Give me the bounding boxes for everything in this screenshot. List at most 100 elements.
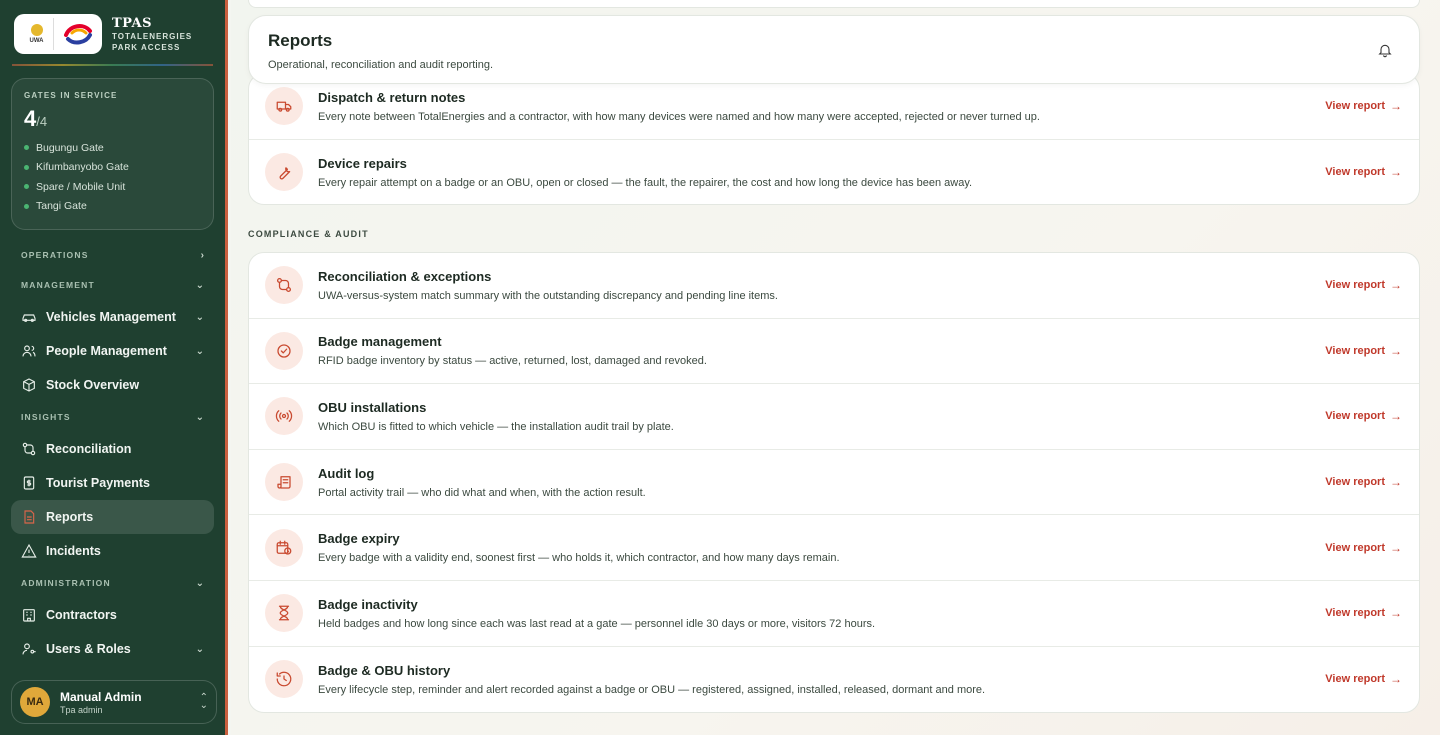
user-menu[interactable]: MA Manual Admin Tpa admin ⌃ ⌄ (11, 680, 217, 724)
sidebar-item-reconciliation[interactable]: Reconciliation (11, 432, 214, 466)
receipt-icon (21, 475, 37, 491)
chevron-right-icon: › (200, 249, 204, 261)
sidebar-item-users-roles[interactable]: Users & Roles ⌄ (11, 632, 214, 666)
user-name: Manual Admin (60, 689, 142, 704)
gate-item: Tangi Gate (24, 197, 201, 217)
status-dot-icon (24, 164, 29, 170)
calendar-clock-icon (265, 528, 303, 567)
building-icon (21, 607, 37, 623)
gate-item: Kifumbanyobo Gate (24, 158, 201, 178)
brand-logos[interactable]: UWA (14, 14, 102, 54)
hourglass-icon (265, 594, 303, 633)
report-description: RFID badge inventory by status — active,… (318, 355, 707, 368)
wrench-icon (265, 153, 303, 192)
view-report-link[interactable]: View report → (1325, 606, 1402, 620)
report-title: Audit log (318, 465, 375, 481)
uwa-logo: UWA (20, 18, 54, 50)
report-title: Reconciliation & exceptions (318, 268, 492, 284)
report-description: Every lifecycle step, reminder and alert… (318, 683, 986, 696)
report-description: Every badge with a validity end, soonest… (318, 552, 840, 565)
brand-title: TPAS (112, 15, 152, 31)
box-icon (21, 377, 37, 393)
section-label-compliance: COMPLIANCE & AUDIT (248, 229, 369, 239)
report-title: Badge & OBU history (318, 662, 451, 678)
nav-section-operations[interactable]: OPERATIONS › (0, 240, 225, 270)
status-dot-icon (24, 184, 29, 190)
view-report-link[interactable]: View report → (1325, 475, 1402, 489)
report-description: Every repair attempt on a badge or an OB… (318, 176, 973, 189)
sidebar-item-stock[interactable]: Stock Overview (11, 368, 214, 402)
arrow-right-icon: → (1390, 540, 1402, 555)
totalenergies-logo (60, 19, 96, 49)
status-dot-icon (24, 145, 29, 151)
report-row-audit-log[interactable]: Audit log Portal activity trail — who did… (249, 450, 1419, 516)
arrow-right-icon: → (1390, 165, 1402, 180)
user-role: Tpa admin (60, 704, 103, 715)
scrolled-card-edge (248, 0, 1420, 8)
report-title: OBU installations (318, 399, 427, 415)
view-report-link[interactable]: View report → (1325, 409, 1402, 423)
sidebar-item-people[interactable]: People Management ⌄ (11, 334, 214, 368)
file-report-icon (21, 509, 37, 525)
brand-divider (12, 64, 213, 66)
sidebar-item-reports[interactable]: Reports (11, 500, 214, 534)
report-title: Badge inactivity (318, 596, 418, 612)
sidebar: UWA TPAS TOTALENERGIES PARK ACCESS GATES… (0, 0, 228, 735)
user-key-icon (21, 641, 37, 657)
view-report-link[interactable]: View report → (1325, 165, 1402, 179)
nav-section-insights[interactable]: INSIGHTS ⌄ (0, 402, 225, 432)
car-icon (21, 309, 37, 325)
compliance-reports-card: Reconciliation & exceptions UWA-versus-sy… (248, 252, 1420, 713)
report-row-device-repairs[interactable]: Device repairs Every repair attempt on a … (249, 140, 1419, 204)
history-icon (265, 660, 303, 699)
users-icon (21, 343, 37, 359)
view-report-link[interactable]: View report → (1325, 541, 1402, 555)
report-row-obu-installations[interactable]: OBU installations Which OBU is fitted to … (249, 384, 1419, 450)
page-subtitle: Operational, reconciliation and audit re… (268, 59, 494, 71)
brand-subtitle-1: TOTALENERGIES (112, 31, 193, 41)
sidebar-item-vehicles[interactable]: Vehicles Management ⌄ (11, 300, 214, 334)
arrow-right-icon: → (1390, 409, 1402, 424)
chevron-down-icon: ⌄ (195, 577, 204, 589)
gate-item: Spare / Mobile Unit (24, 177, 201, 197)
report-row-badge-management[interactable]: Badge management RFID badge inventory by … (249, 319, 1419, 385)
report-row-badge-obu-history[interactable]: Badge & OBU history Every lifecycle step,… (249, 647, 1419, 712)
bell-icon[interactable] (1377, 42, 1393, 58)
nav-section-administration[interactable]: ADMINISTRATION ⌄ (0, 568, 225, 598)
view-report-link[interactable]: View report → (1325, 344, 1402, 358)
main-content: Reports Operational, reconciliation and … (231, 0, 1440, 735)
sidebar-item-contractors[interactable]: Contractors (11, 598, 214, 632)
chevrons-up-down-icon: ⌃ ⌄ (199, 692, 208, 711)
report-row-badge-expiry[interactable]: Badge expiry Every badge with a validity … (249, 515, 1419, 581)
report-title: Dispatch & return notes (318, 89, 466, 105)
radio-icon (265, 397, 303, 436)
chevron-down-icon: ⌄ (195, 345, 204, 357)
arrow-right-icon: → (1390, 343, 1402, 358)
view-report-link[interactable]: View report → (1325, 672, 1402, 686)
report-row-reconciliation[interactable]: Reconciliation & exceptions UWA-versus-sy… (249, 253, 1419, 319)
sidebar-item-tourist-payments[interactable]: Tourist Payments (11, 466, 214, 500)
gates-count: 4/4 (24, 106, 48, 131)
badge-check-icon (265, 331, 303, 370)
arrow-right-icon: → (1390, 475, 1402, 490)
brand-subtitle-2: PARK ACCESS (112, 42, 181, 52)
operational-reports-card: Dispatch & return notes Every note betwee… (248, 73, 1420, 205)
report-description: Portal activity trail — who did what and… (318, 486, 646, 499)
sidebar-item-incidents[interactable]: Incidents (11, 534, 214, 568)
reconcile-icon (265, 266, 303, 305)
arrow-right-icon: → (1390, 278, 1402, 293)
report-description: Which OBU is fitted to which vehicle — t… (318, 420, 674, 433)
gate-item: Bugungu Gate (24, 138, 201, 158)
nav-section-management[interactable]: MANAGEMENT ⌄ (0, 270, 225, 300)
report-title: Badge management (318, 334, 442, 350)
arrow-right-icon: → (1390, 99, 1402, 114)
truck-icon (265, 87, 303, 126)
report-row-badge-inactivity[interactable]: Badge inactivity Held badges and how long… (249, 581, 1419, 647)
view-report-link[interactable]: View report → (1325, 278, 1402, 292)
page-header: Reports Operational, reconciliation and … (248, 15, 1420, 84)
report-description: UWA-versus-system match summary with the… (318, 289, 778, 302)
chevron-down-icon: ⌄ (195, 643, 204, 655)
view-report-link[interactable]: View report → (1325, 99, 1402, 113)
chevron-down-icon: ⌄ (195, 411, 204, 423)
gates-label: GATES IN SERVICE (24, 91, 118, 100)
